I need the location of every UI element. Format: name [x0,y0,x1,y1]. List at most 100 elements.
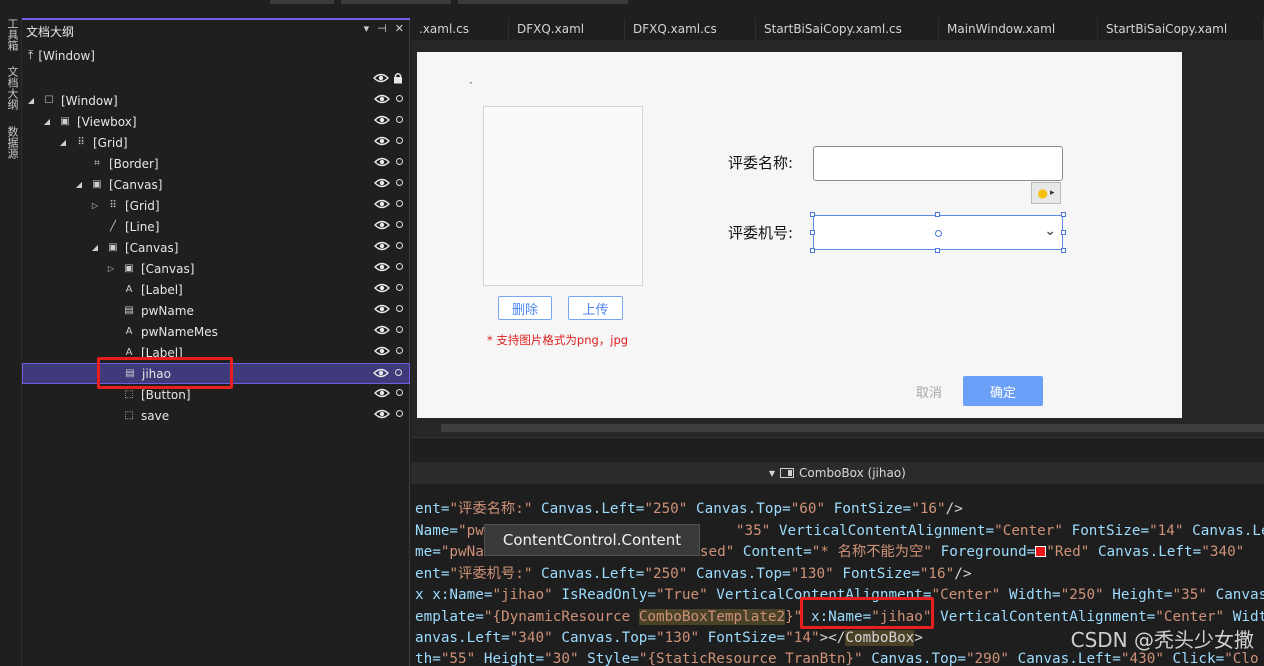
tab-dfxq-xaml[interactable]: DFXQ.xaml [509,18,625,40]
toolbox-tab[interactable]: 工具箱 [4,18,19,51]
eye-icon[interactable] [374,93,390,107]
tree-node-label: [Line] [125,219,160,234]
eye-icon[interactable] [374,177,390,191]
eye-icon[interactable] [374,114,390,128]
ok-button[interactable]: 确定 [963,376,1043,406]
document-outline-tab[interactable]: 文档大纲 [4,66,19,110]
delete-button[interactable]: 删除 [498,296,552,320]
line-icon: ╱ [109,221,117,232]
chevron-down-icon[interactable]: ⌄ [1044,223,1056,239]
format-hint: * 支持图片格式为png，jpg [487,333,629,347]
close-icon[interactable]: ✕ [395,22,404,35]
tab-dfxq-xaml-cs[interactable]: DFXQ.xaml.cs [625,18,756,40]
pin-icon[interactable]: ⊣ [377,22,387,35]
eye-icon[interactable] [374,198,390,212]
lock-toggle-icon[interactable] [396,116,403,123]
tree-node[interactable]: ▤ pwName [22,300,410,321]
collapse-arrow-icon[interactable]: ◢ [74,180,84,189]
horizontal-scrollbar[interactable] [441,424,1264,432]
expand-arrow-icon[interactable]: ▷ [90,201,100,210]
tree-node[interactable]: ╱ [Line] [22,216,410,237]
collapse-arrow-icon[interactable]: ◢ [26,96,36,105]
lock-toggle-icon[interactable] [396,158,403,165]
up-arrow-icon[interactable]: ⤒ [28,48,33,63]
eye-icon[interactable] [374,345,390,359]
eye-icon[interactable] [373,367,389,381]
eye-icon[interactable] [374,303,390,317]
center-anchor[interactable] [935,230,942,237]
resize-handle[interactable] [1061,212,1066,217]
tree-node[interactable]: ◢ ▣ [Canvas] [22,174,410,195]
eye-icon[interactable] [374,324,390,338]
eye-icon[interactable] [373,73,389,83]
lock-toggle-icon[interactable] [396,200,403,207]
element-breadcrumb[interactable]: ▾ ComboBox (jihao) [769,466,906,480]
tab-mainwindow-xaml[interactable]: MainWindow.xaml [939,18,1098,40]
image-placeholder[interactable] [483,106,643,286]
judge-name-input[interactable] [813,146,1063,181]
lock-toggle-icon[interactable] [396,326,403,333]
collapse-arrow-icon[interactable]: ◢ [42,117,52,126]
design-canvas[interactable]: · 删除 上传 * 支持图片格式为png，jpg 评委名称: ● ▸ 评委机号: … [417,52,1182,418]
grid-icon: ⠿ [77,137,85,148]
tab-startbisaicopy-xaml[interactable]: StartBiSaiCopy.xaml [1098,18,1264,40]
tree-node-label: [Canvas] [141,261,195,276]
lock-toggle-icon[interactable] [396,95,403,102]
eye-icon[interactable] [374,156,390,170]
outline-root-nav[interactable]: ⤒ [Window] [28,48,95,63]
lock-toggle-icon[interactable] [396,221,403,228]
lock-toggle-icon[interactable] [396,347,403,354]
tree-node[interactable]: ◢ ⠿ [Grid] [22,132,410,153]
lock-toggle-icon[interactable] [396,137,403,144]
tree-node[interactable]: ◢ ▣ [Canvas] [22,237,410,258]
lock-toggle-icon[interactable] [396,284,403,291]
resize-handle[interactable] [810,248,815,253]
eye-icon[interactable] [374,219,390,233]
tree-node[interactable]: ⬚ save [22,405,410,426]
eye-icon[interactable] [374,135,390,149]
eye-icon[interactable] [374,240,390,254]
eye-icon[interactable] [374,408,390,422]
data-sources-tab[interactable]: 数据源 [4,126,19,159]
collapse-arrow-icon[interactable]: ◢ [58,138,68,147]
judge-id-combobox[interactable]: ⌄ [813,215,1063,250]
lightbulb-icon[interactable]: ● ▸ [1031,182,1061,204]
tree-node-label: [Viewbox] [77,114,137,129]
breadcrumb-dropdown-icon[interactable]: ▾ [769,466,775,480]
lock-icon[interactable] [393,72,403,84]
eye-icon[interactable] [374,282,390,296]
tree-node[interactable]: A [Label] [22,279,410,300]
lock-toggle-icon[interactable] [396,410,403,417]
eye-icon[interactable] [374,387,390,401]
resize-handle[interactable] [1061,248,1066,253]
resize-handle[interactable] [935,248,940,253]
tree-node[interactable]: ▷ ▣ [Canvas] [22,258,410,279]
judge-name-label: 评委名称: [728,154,794,172]
upload-button[interactable]: 上传 [568,296,623,320]
tab-xaml-cs[interactable]: .xaml.cs [411,18,509,40]
resize-handle[interactable] [810,212,815,217]
expand-arrow-icon[interactable]: ▷ [106,264,116,273]
resize-handle[interactable] [810,230,815,235]
resize-handle[interactable] [935,212,940,217]
tree-node[interactable]: ◢ ☐ [Window] [22,90,410,111]
tab-startbisaicopy-xaml-cs[interactable]: StartBiSaiCopy.xaml.cs [756,18,939,40]
tree-node[interactable]: ▷ ⠿ [Grid] [22,195,410,216]
toolbar-fragment [341,0,451,4]
tree-node[interactable]: ApwNameMes [22,321,410,342]
tree-node[interactable]: ⌗ [Border] [22,153,410,174]
lock-toggle-icon[interactable] [396,389,403,396]
eye-icon[interactable] [374,261,390,275]
lock-toggle-icon[interactable] [396,179,403,186]
panel-dropdown-icon[interactable]: ▾ [364,22,370,35]
cancel-button[interactable]: 取消 [916,382,942,401]
lock-toggle-icon[interactable] [396,263,403,270]
lock-toggle-icon[interactable] [396,242,403,249]
tree-node[interactable]: ◢ ▣ [Viewbox] [22,111,410,132]
resize-handle[interactable] [1061,230,1066,235]
lock-toggle-icon[interactable] [395,369,402,376]
label-icon: A [125,284,133,295]
lock-toggle-icon[interactable] [396,305,403,312]
collapse-arrow-icon[interactable]: ◢ [90,243,100,252]
tree-node-label: [Grid] [93,135,128,150]
